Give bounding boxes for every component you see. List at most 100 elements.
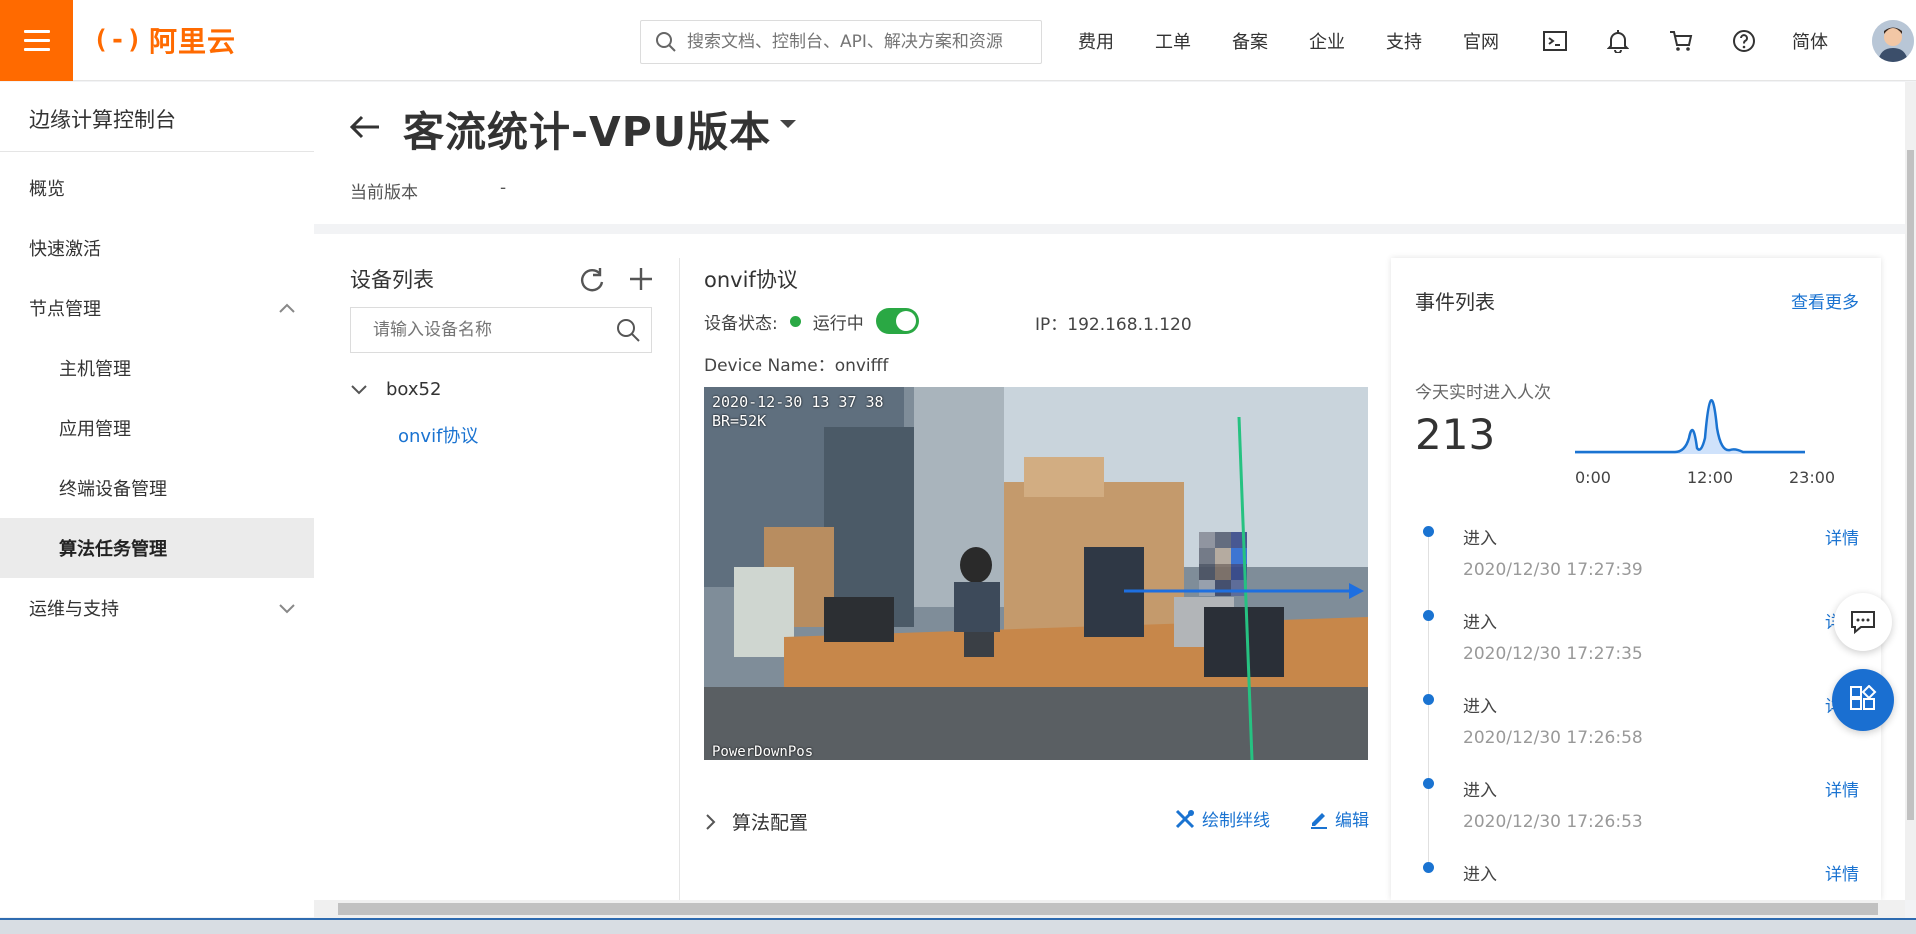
device-status-row: 设备状态: 运行中: [704, 308, 919, 334]
bell-icon[interactable]: [1603, 26, 1633, 56]
tree-leaf-onvif[interactable]: onvif协议: [398, 422, 478, 448]
event-item: 进入 2020/12/30 17:26:53 详情: [1391, 772, 1881, 864]
office-scene-image: [704, 387, 1368, 760]
event-name: 进入: [1463, 865, 1497, 885]
algorithm-config-label: 算法配置: [732, 812, 809, 834]
chevron-down-icon: [351, 384, 367, 394]
event-detail-link[interactable]: 详情: [1825, 860, 1859, 885]
event-list-panel: 事件列表 查看更多 今天实时进入人次 213 0:00 12:00 23:00 …: [1391, 258, 1881, 900]
timeline-dot: [1423, 694, 1434, 705]
aliyun-logo[interactable]: (-) 阿里云: [93, 20, 236, 60]
current-version-value: -: [500, 178, 507, 198]
apps-button[interactable]: [1832, 669, 1894, 731]
terminal-icon[interactable]: [1540, 26, 1570, 56]
event-name: 进入: [1463, 781, 1497, 801]
horizontal-scrollbar[interactable]: [314, 900, 1905, 918]
event-name: 进入: [1463, 529, 1497, 549]
sidebar-item-ops-support[interactable]: 运维与支持: [0, 578, 314, 638]
sidebar: 边缘计算控制台 概览 快速激活 节点管理 主机管理 应用管理 终端设备管理 算法…: [0, 82, 314, 917]
sidebar-item-quick-activate[interactable]: 快速激活: [0, 218, 314, 278]
global-search[interactable]: [640, 20, 1042, 64]
device-name: Device Name：onvifff: [704, 356, 889, 376]
page-header: 客流统计-VPU版本 当前版本 -: [314, 82, 1905, 224]
event-time: 2020/12/30 17:26:53: [1463, 812, 1643, 832]
menu-button[interactable]: [0, 0, 73, 81]
horizontal-scroll-thumb[interactable]: [338, 903, 1878, 915]
cart-icon[interactable]: [1666, 26, 1696, 56]
status-label: 设备状态:: [704, 313, 778, 334]
chat-button[interactable]: [1834, 593, 1892, 651]
edit-link[interactable]: 编辑: [1309, 806, 1369, 831]
event-detail-link[interactable]: 详情: [1825, 776, 1859, 801]
device-search-input[interactable]: [373, 320, 603, 340]
chevron-right-icon: [706, 813, 716, 830]
event-name: 进入: [1463, 613, 1497, 633]
top-nav: 费用 工单 备案 企业 支持 官网 简体: [1078, 0, 1914, 81]
chart-tick-mid: 12:00: [1687, 468, 1734, 487]
device-ip: IP：192.168.1.120: [1035, 315, 1192, 335]
camera-video-feed[interactable]: 2020-12-30 13 37 38 BR=52K PowerDownPos: [704, 387, 1368, 760]
timeline-dot: [1423, 778, 1434, 789]
status-dot: [789, 315, 801, 327]
nav-official-site[interactable]: 官网: [1463, 28, 1499, 54]
help-icon[interactable]: [1729, 26, 1759, 56]
view-more-link[interactable]: 查看更多: [1791, 288, 1859, 313]
user-avatar[interactable]: [1872, 19, 1914, 62]
global-search-input[interactable]: [687, 32, 1027, 52]
nav-tickets[interactable]: 工单: [1155, 28, 1191, 54]
logo-text: 阿里云: [148, 25, 236, 58]
event-item: 进入 2020/12/30 17:27:39 详情: [1391, 520, 1881, 612]
timeline-dot: [1423, 862, 1434, 873]
chart-tick-start: 0:00: [1575, 468, 1611, 487]
algorithm-config-toggle[interactable]: 算法配置: [704, 808, 808, 835]
back-arrow-icon[interactable]: [348, 112, 382, 142]
search-icon[interactable]: [615, 317, 641, 343]
sidebar-item-algorithm-tasks[interactable]: 算法任务管理: [0, 518, 314, 578]
tree-node-label: box52: [386, 379, 442, 400]
nav-enterprise[interactable]: 企业: [1309, 28, 1345, 54]
nav-icp[interactable]: 备案: [1232, 28, 1268, 54]
device-detail-title: onvif协议: [704, 268, 798, 292]
tree-node-box52[interactable]: box52: [350, 379, 441, 400]
vertical-scrollbar[interactable]: [1905, 82, 1916, 900]
page-title: 客流统计-VPU版本: [403, 108, 772, 156]
event-list: 进入 2020/12/30 17:27:39 详情 进入 2020/12/30 …: [1391, 520, 1881, 900]
sidebar-item-overview[interactable]: 概览: [0, 158, 314, 218]
pencil-icon: [1311, 812, 1327, 829]
event-name: 进入: [1463, 697, 1497, 717]
add-icon[interactable]: [628, 266, 654, 292]
video-footer-label: PowerDownPos: [712, 744, 814, 760]
divider: [679, 258, 680, 900]
event-detail-link[interactable]: 详情: [1825, 524, 1859, 549]
chevron-up-icon: [279, 303, 295, 313]
sidebar-item-terminal-devices[interactable]: 终端设备管理: [0, 458, 314, 518]
device-toggle[interactable]: [875, 308, 919, 334]
nav-support[interactable]: 支持: [1386, 28, 1422, 54]
content-card: 设备列表 box52 onvif协议 onvif协议 设备状态: 运行中 IP：…: [314, 234, 1905, 900]
language-switch[interactable]: 简体: [1792, 28, 1828, 54]
top-bar: (-) 阿里云 费用 工单 备案 企业 支持 官网 简体: [0, 0, 1916, 81]
draw-tripwire-label: 绘制绊线: [1202, 811, 1270, 831]
refresh-icon[interactable]: [578, 266, 606, 294]
event-time: 2020/12/30 17:27:35: [1463, 644, 1643, 664]
logo-mark: (-): [93, 25, 143, 55]
sidebar-item-host-management[interactable]: 主机管理: [0, 338, 314, 398]
draw-tripwire-link[interactable]: 绘制绊线: [1174, 806, 1270, 831]
chart-tick-end: 23:00: [1789, 468, 1836, 487]
os-taskbar: [0, 918, 1916, 934]
event-time: 2020/12/30 17:27:39: [1463, 560, 1643, 580]
nav-fees[interactable]: 费用: [1078, 28, 1114, 54]
vertical-scroll-thumb[interactable]: [1907, 150, 1914, 820]
timeline-dot: [1423, 610, 1434, 621]
chat-icon: [1851, 611, 1875, 635]
sidebar-item-node-management[interactable]: 节点管理: [0, 278, 314, 338]
device-search[interactable]: [350, 307, 652, 353]
today-entries-count: 213: [1415, 410, 1496, 459]
event-list-title: 事件列表: [1415, 290, 1495, 314]
event-item: 进入 2020/12/30 17:26:58 详情: [1391, 688, 1881, 780]
today-entries-label: 今天实时进入人次: [1415, 383, 1551, 403]
video-timestamp: 2020-12-30 13 37 38: [712, 393, 884, 411]
device-list-title: 设备列表: [350, 268, 434, 292]
sidebar-item-app-management[interactable]: 应用管理: [0, 398, 314, 458]
caret-down-icon[interactable]: [778, 118, 798, 130]
